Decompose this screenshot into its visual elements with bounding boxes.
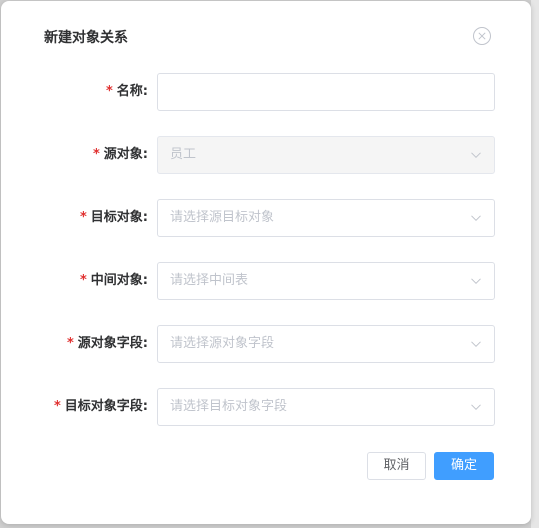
name-label: * 名称: [105,84,148,99]
chevron-down-icon [471,341,481,348]
intermediate-object-select[interactable]: 请选择中间表 [157,262,495,300]
required-mark: * [53,399,61,414]
close-circle-icon[interactable] [472,26,492,46]
chevron-down-icon [471,404,481,411]
target-field-placeholder: 请选择目标对象字段 [170,399,288,414]
target-object-placeholder: 请选择源目标对象 [170,210,275,225]
target-object-select[interactable]: 请选择源目标对象 [157,199,495,237]
intermediate-object-label: * 中间对象: [79,273,148,288]
name-field[interactable] [157,73,495,111]
source-object-select: 员工 [157,136,495,174]
intermediate-object-placeholder: 请选择中间表 [170,273,249,288]
source-object-value: 员工 [170,147,197,162]
required-mark: * [79,273,87,288]
new-object-relation-dialog: 新建对象关系 * 名称: * 源对象: 员工 * 目标对象: 请选择源目标对象 … [1,1,531,524]
source-field-label: * 源对象字段: [66,336,148,351]
source-field-select[interactable]: 请选择源对象字段 [157,325,495,363]
cancel-button[interactable]: 取消 [367,452,426,480]
target-field-label: * 目标对象字段: [53,399,148,414]
name-input[interactable] [158,74,494,110]
form-row-target-object: * 目标对象: 请选择源目标对象 [1,199,531,237]
chevron-down-icon [471,152,481,159]
source-object-label: * 源对象: [92,147,148,162]
form-row-intermediate-object: * 中间对象: 请选择中间表 [1,262,531,300]
target-object-label: * 目标对象: [79,210,148,225]
source-field-placeholder: 请选择源对象字段 [170,336,275,351]
required-mark: * [66,336,74,351]
backdrop-edge [531,0,539,528]
confirm-button[interactable]: 确定 [434,452,494,480]
chevron-down-icon [471,215,481,222]
required-mark: * [105,84,113,99]
form-row-source-object: * 源对象: 员工 [1,136,531,174]
form-row-source-field: * 源对象字段: 请选择源对象字段 [1,325,531,363]
dialog-title: 新建对象关系 [44,30,128,46]
required-mark: * [79,210,87,225]
form-row-name: * 名称: [1,73,531,111]
required-mark: * [92,147,100,162]
form-row-target-field: * 目标对象字段: 请选择目标对象字段 [1,388,531,426]
chevron-down-icon [471,278,481,285]
target-field-select[interactable]: 请选择目标对象字段 [157,388,495,426]
